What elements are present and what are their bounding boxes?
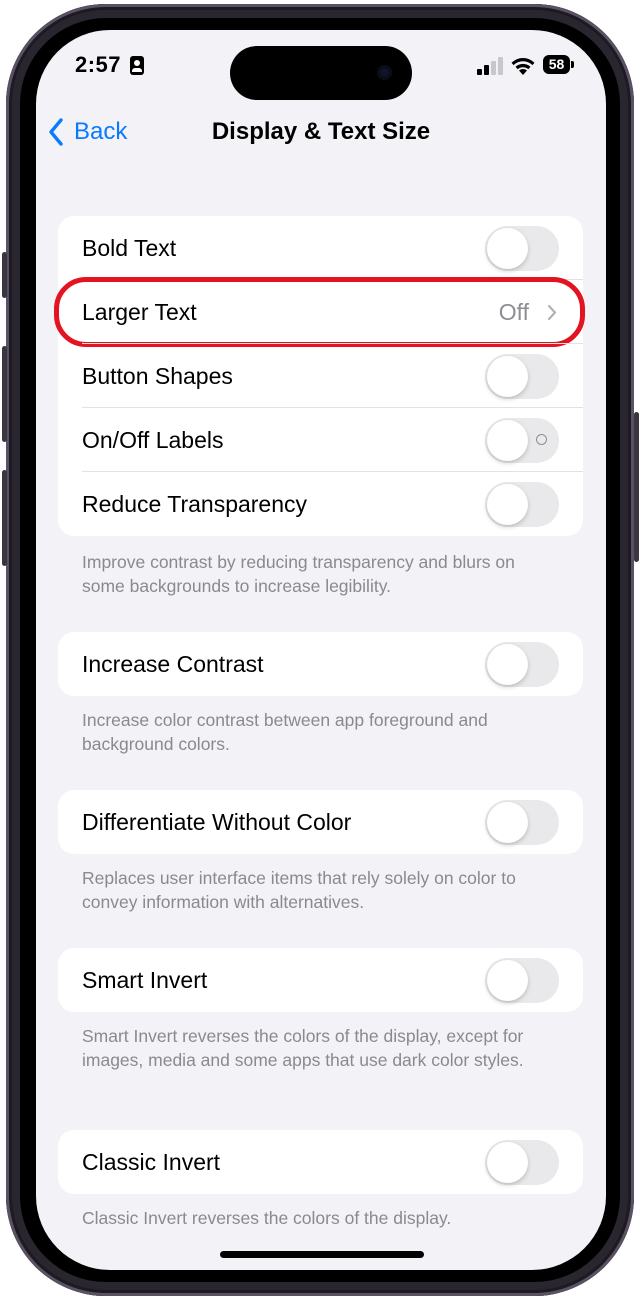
larger-text-row[interactable]: Larger Text Off bbox=[54, 277, 585, 347]
increase-contrast-toggle[interactable] bbox=[485, 642, 559, 687]
reduce-transparency-row: Reduce Transparency bbox=[58, 472, 583, 536]
toggle-knob bbox=[487, 644, 528, 685]
volume-down-button bbox=[2, 470, 7, 566]
classic-invert-row: Classic Invert bbox=[58, 1130, 583, 1194]
group-footer: Classic Invert reverses the colors of th… bbox=[82, 1208, 452, 1228]
chevron-right-icon bbox=[547, 304, 557, 321]
navigation-bar: Back Display & Text Size bbox=[36, 112, 606, 152]
group-footer: Improve contrast by reducing transparenc… bbox=[82, 552, 515, 596]
cellular-signal-icon bbox=[477, 57, 503, 75]
home-indicator[interactable] bbox=[220, 1251, 424, 1258]
toggle-knob bbox=[487, 484, 528, 525]
contact-card-icon bbox=[130, 56, 144, 75]
toggle-knob bbox=[487, 960, 528, 1001]
on-off-labels-row: On/Off Labels bbox=[58, 408, 583, 472]
toggle-knob bbox=[487, 420, 528, 461]
action-button bbox=[2, 252, 7, 298]
smart-invert-group: Smart Invert bbox=[58, 948, 583, 1012]
row-label: Reduce Transparency bbox=[82, 490, 308, 517]
toggle-knob bbox=[487, 228, 528, 269]
row-label: On/Off Labels bbox=[82, 426, 224, 453]
smart-invert-row: Smart Invert bbox=[58, 948, 583, 1012]
bold-text-row: Bold Text bbox=[58, 216, 583, 280]
battery-icon: 58 bbox=[543, 55, 574, 74]
text-settings-group: Bold Text Larger Text Off Button Shapes … bbox=[54, 216, 585, 536]
differentiate-without-color-group: Differentiate Without Color bbox=[58, 790, 583, 854]
smart-invert-toggle[interactable] bbox=[485, 958, 559, 1003]
wifi-icon bbox=[511, 58, 535, 75]
increase-contrast-group: Increase Contrast bbox=[58, 632, 583, 696]
volume-up-button bbox=[2, 346, 7, 442]
button-shapes-row: Button Shapes bbox=[58, 344, 583, 408]
power-button bbox=[634, 412, 639, 562]
toggle-knob bbox=[487, 1142, 528, 1183]
row-label: Increase Contrast bbox=[82, 650, 264, 677]
screen: 2:57 58 Back Display & Text Size Bold Te… bbox=[36, 30, 606, 1270]
row-label: Smart Invert bbox=[82, 966, 208, 993]
off-indicator-icon bbox=[536, 434, 547, 445]
status-bar: 2:57 58 bbox=[36, 52, 606, 82]
on-off-labels-toggle[interactable] bbox=[485, 418, 559, 463]
status-time: 2:57 bbox=[75, 52, 122, 77]
larger-text-value: Off bbox=[498, 298, 529, 325]
toggle-knob bbox=[487, 356, 528, 397]
button-shapes-toggle[interactable] bbox=[485, 354, 559, 399]
classic-invert-toggle[interactable] bbox=[485, 1140, 559, 1185]
row-label: Larger Text bbox=[82, 298, 197, 325]
row-label: Classic Invert bbox=[82, 1148, 221, 1175]
row-label: Button Shapes bbox=[82, 362, 233, 389]
group-footer: Increase color contrast between app fore… bbox=[82, 710, 488, 754]
row-label: Differentiate Without Color bbox=[82, 808, 352, 835]
differentiate-without-color-row: Differentiate Without Color bbox=[58, 790, 583, 854]
page-title: Display & Text Size bbox=[211, 118, 431, 145]
increase-contrast-row: Increase Contrast bbox=[58, 632, 583, 696]
row-label: Bold Text bbox=[82, 234, 177, 261]
classic-invert-group: Classic Invert bbox=[58, 1130, 583, 1194]
toggle-knob bbox=[487, 802, 528, 843]
differentiate-without-color-toggle[interactable] bbox=[485, 800, 559, 845]
group-footer: Smart Invert reverses the colors of the … bbox=[82, 1026, 524, 1070]
group-footer: Replaces user interface items that rely … bbox=[82, 868, 516, 912]
bold-text-toggle[interactable] bbox=[485, 226, 559, 271]
reduce-transparency-toggle[interactable] bbox=[485, 482, 559, 527]
